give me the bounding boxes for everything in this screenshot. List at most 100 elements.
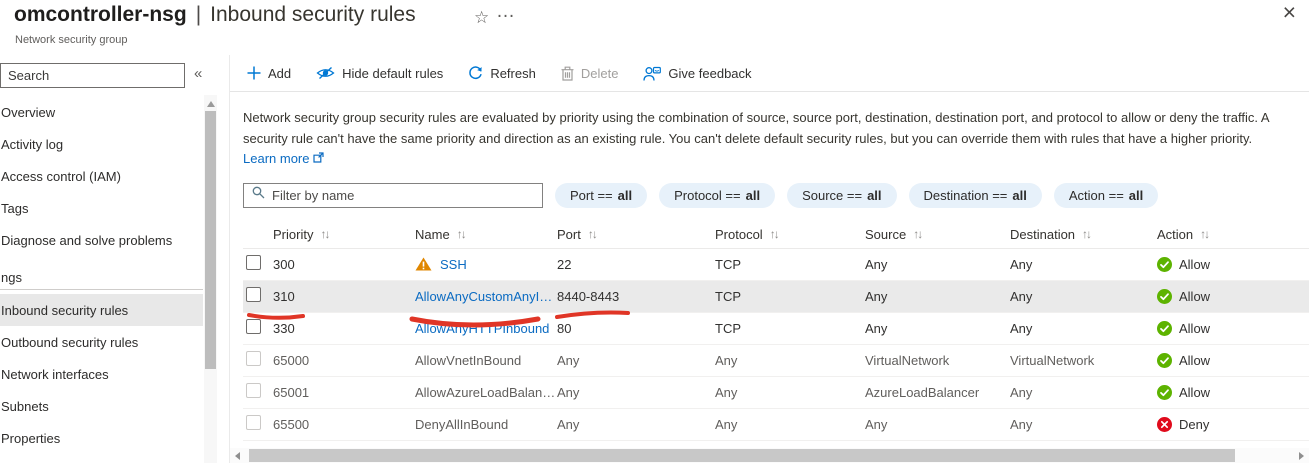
column-header-source[interactable]: Source ↑↓	[865, 227, 1010, 242]
table-row-priority-65000[interactable]: 65000AllowVnetInBoundAnyAnyVirtualNetwor…	[243, 345, 1309, 377]
more-options-icon[interactable]: …	[496, 1, 516, 23]
column-header-protocol[interactable]: Protocol ↑↓	[715, 227, 865, 242]
cell-name: AllowAzureLoadBalan…	[415, 385, 557, 400]
sidebar-item-outbound-security-rules[interactable]: Outbound security rules	[0, 326, 203, 358]
rule-name-text: AllowVnetInBound	[415, 353, 521, 368]
row-checkbox[interactable]	[246, 287, 261, 302]
filter-pill-protocol[interactable]: Protocol ==all	[659, 183, 775, 208]
cell-priority: 65001	[273, 385, 415, 400]
sort-icon: ↑↓	[913, 227, 921, 241]
row-checkbox[interactable]	[246, 383, 261, 398]
rule-name-link[interactable]: AllowAnyHTTPInbound	[415, 321, 549, 336]
sidebar-item-properties[interactable]: Properties	[0, 422, 203, 454]
sidebar-item-inbound-security-rules[interactable]: Inbound security rules	[0, 294, 203, 326]
sidebar-item-diagnose-and-solve-problems[interactable]: Diagnose and solve problems	[0, 224, 203, 256]
hide-default-rules-button[interactable]: Hide default rules	[316, 66, 443, 81]
feedback-person-icon	[643, 66, 661, 81]
column-label: Destination	[1010, 227, 1075, 242]
column-header-priority[interactable]: Priority↑↓	[273, 227, 415, 242]
cell-action: Allow	[1157, 321, 1309, 336]
cell-port: Any	[557, 353, 715, 368]
resource-type-subtitle: Network security group	[15, 34, 128, 46]
action-label: Deny	[1179, 417, 1209, 432]
filter-pills: Port ==all Protocol ==all Source ==all Dest…	[555, 183, 1158, 208]
refresh-button[interactable]: Refresh	[468, 66, 536, 81]
delete-button[interactable]: Delete	[561, 66, 619, 81]
filter-by-name-field[interactable]	[243, 183, 543, 208]
search-icon	[252, 186, 265, 204]
checkbox-cell	[243, 287, 273, 305]
scroll-right-icon[interactable]	[1299, 452, 1304, 460]
column-header-action[interactable]: Action↑↓	[1157, 227, 1309, 242]
warning-icon	[415, 257, 432, 271]
cell-action: Allow	[1157, 385, 1309, 400]
table-row-priority-300[interactable]: 300SSH22TCPAnyAnyAllow	[243, 249, 1309, 281]
row-checkbox[interactable]	[246, 255, 261, 270]
column-label: Source	[865, 227, 906, 242]
sidebar-item-overview[interactable]: Overview	[0, 96, 203, 128]
scroll-up-icon[interactable]	[207, 101, 215, 107]
column-header-port[interactable]: Port↑↓	[557, 227, 715, 242]
column-label: Protocol	[715, 227, 763, 242]
row-checkbox[interactable]	[246, 351, 261, 366]
sidebar-search-input[interactable]	[0, 63, 185, 88]
sidebar-item-activity-log[interactable]: Activity log	[0, 128, 203, 160]
scroll-left-icon[interactable]	[235, 452, 240, 460]
horizontal-scrollbar-thumb[interactable]	[249, 449, 1235, 462]
allow-check-icon	[1157, 385, 1172, 400]
sort-icon: ↑↓	[770, 227, 778, 241]
sort-icon: ↑↓	[457, 227, 465, 241]
hide-eye-icon	[316, 66, 335, 80]
rule-name-text: DenyAllInBound	[415, 417, 508, 432]
sidebar-item-subnets[interactable]: Subnets	[0, 390, 203, 422]
cell-destination: Any	[1010, 385, 1157, 400]
cell-destination: Any	[1010, 289, 1157, 304]
table-row-priority-65001[interactable]: 65001AllowAzureLoadBalan…AnyAnyAzureLoad…	[243, 377, 1309, 409]
table-row-priority-310[interactable]: 310AllowAnyCustomAnyI…8440-8443TCPAnyAny…	[243, 281, 1309, 313]
filter-pill-destination[interactable]: Destination ==all	[909, 183, 1042, 208]
sidebar-scrollbar-thumb[interactable]	[205, 111, 216, 369]
table-row-priority-330[interactable]: 330AllowAnyHTTPInbound80TCPAnyAnyAllow	[243, 313, 1309, 345]
give-feedback-button[interactable]: Give feedback	[643, 66, 751, 81]
row-checkbox[interactable]	[246, 415, 261, 430]
filter-pill-action[interactable]: Action ==all	[1054, 183, 1158, 208]
cell-source: Any	[865, 417, 1010, 432]
column-label: Priority	[273, 227, 313, 242]
trash-icon	[561, 66, 574, 81]
filter-pill-port[interactable]: Port ==all	[555, 183, 647, 208]
sidebar-section-header: ngs	[0, 266, 203, 290]
cell-source: Any	[865, 321, 1010, 336]
column-header-destination[interactable]: Destination↑↓	[1010, 227, 1157, 242]
add-button[interactable]: Add	[247, 66, 291, 81]
cell-name: AllowVnetInBound	[415, 353, 557, 368]
sort-icon: ↑↓	[1200, 227, 1208, 241]
rule-name-link[interactable]: AllowAnyCustomAnyI…	[415, 289, 552, 304]
cell-priority: 65000	[273, 353, 415, 368]
row-checkbox[interactable]	[246, 319, 261, 334]
action-label: Allow	[1179, 321, 1210, 336]
favorite-star-icon[interactable]: ☆	[474, 8, 489, 28]
allow-check-icon	[1157, 353, 1172, 368]
rule-name-text: AllowAzureLoadBalan…	[415, 385, 555, 400]
column-header-name[interactable]: Name↑↓	[415, 227, 557, 242]
filter-pill-source[interactable]: Source ==all	[787, 183, 896, 208]
sidebar-item-network-interfaces[interactable]: Network interfaces	[0, 358, 203, 390]
sidebar-item-access-control-iam[interactable]: Access control (IAM)	[0, 160, 203, 192]
table-row-priority-65500[interactable]: 65500DenyAllInBoundAnyAnyAnyAnyDeny	[243, 409, 1309, 441]
rules-table: Priority↑↓Name↑↓Port↑↓Protocol↑↓Source↑↓…	[243, 221, 1309, 441]
sidebar-scrollbar[interactable]	[204, 95, 217, 463]
plus-icon	[247, 66, 261, 80]
rule-name-link[interactable]: SSH	[440, 257, 467, 272]
sidebar-collapse-icon[interactable]: «	[194, 65, 202, 82]
cell-name: AllowAnyCustomAnyI…	[415, 289, 557, 304]
cell-destination: Any	[1010, 417, 1157, 432]
main-content: Add Hide default rules Refresh Delete Gi…	[230, 55, 1309, 463]
cell-priority: 65500	[273, 417, 415, 432]
cell-action: Deny	[1157, 417, 1309, 432]
sidebar-item-tags[interactable]: Tags	[0, 192, 203, 224]
learn-more-link[interactable]: Learn more	[243, 149, 324, 170]
filter-by-name-input[interactable]	[272, 188, 534, 203]
cell-priority: 300	[273, 257, 415, 272]
close-icon[interactable]: ×	[1283, 1, 1296, 24]
horizontal-scrollbar[interactable]	[230, 448, 1309, 463]
